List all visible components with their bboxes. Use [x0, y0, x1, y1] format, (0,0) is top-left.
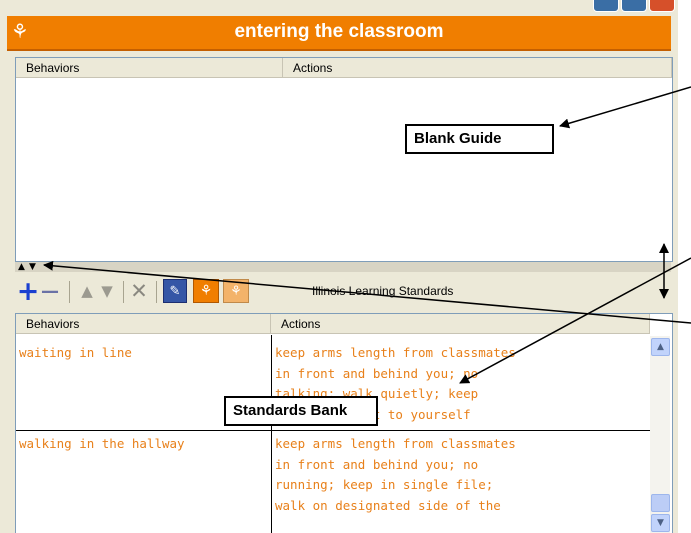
blank-guide-callout: Blank Guide	[405, 124, 554, 154]
standards-bank-arrow-2	[43, 260, 691, 324]
annotation-arrows	[43, 86, 691, 384]
blank-guide-arrow	[559, 86, 691, 129]
standards-bank-callout: Standards Bank	[224, 396, 378, 426]
